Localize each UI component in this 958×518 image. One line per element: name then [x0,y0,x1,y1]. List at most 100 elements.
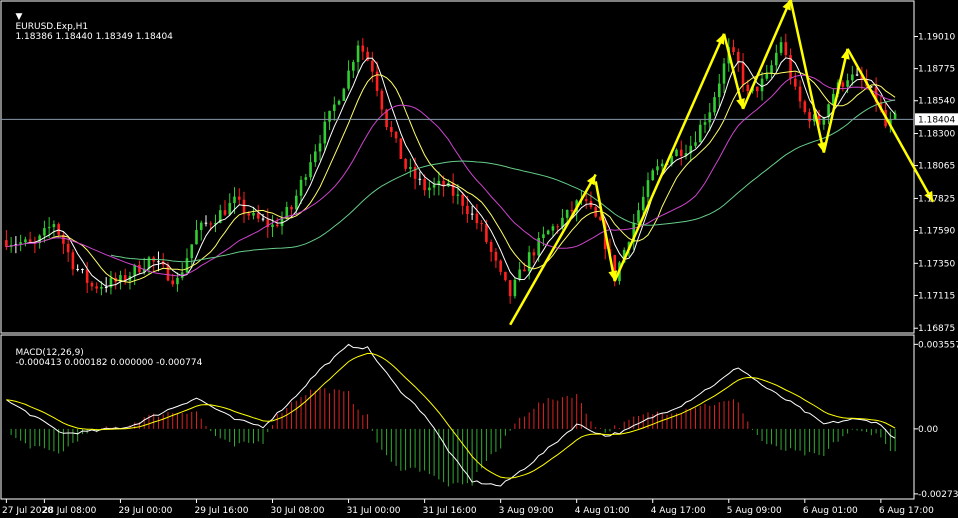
candle-body [85,269,89,283]
candle-body [432,184,436,188]
candle-body [252,212,255,216]
candle-body [228,203,232,215]
candle-body [347,70,350,89]
candle-body [732,47,735,52]
candle-body [361,45,365,52]
candle-body [803,101,807,113]
time-tick-label: 4 Aug 01:00 [575,506,630,516]
candle-body [851,74,854,81]
candle-body [95,286,98,289]
candle-body [423,178,426,191]
ma-mid-line [44,70,896,283]
candle-body [775,52,778,66]
time-tick-label: 28 Jul 08:00 [42,506,96,516]
candle-body [133,264,136,277]
candle-body [841,82,845,87]
time-tick-label: 3 Aug 09:00 [499,506,554,516]
price-panel-frame [0,0,915,334]
current-price-label: 1.18404 [918,115,955,125]
time-tick-label: 29 Jul 16:00 [194,506,248,516]
candle-body [456,194,460,196]
candle-body [309,162,312,178]
candle-body [546,230,550,235]
candle-body [475,213,479,224]
candle-body [542,234,545,238]
candle-body [760,78,764,92]
candle-body [199,222,203,231]
candle-body [409,167,412,169]
candle-body [380,90,384,110]
time-tick-label: 29 Jul 00:00 [118,506,172,516]
candle-body [708,112,712,123]
candle-body [157,261,160,263]
candle-body [304,177,308,180]
candle-body [190,244,194,259]
candle-body [185,258,189,273]
candle-body [176,277,179,285]
candle-body [703,122,707,125]
candle-body [513,279,517,297]
candle-body [523,269,526,272]
price-tick-label: 1.19010 [918,33,955,43]
candle-body [784,42,788,56]
chart-canvas[interactable]: 1.19010 1.18775 1.18540 1.18300 1.18065 1.178… [0,0,958,518]
candle-body [584,199,588,201]
candle-body [570,209,574,212]
candle-body [90,282,94,287]
trend-arrow [594,181,616,282]
time-tick-label: 6 Aug 17:00 [879,506,934,516]
candle-body [323,121,327,144]
price-tick-label: 1.18300 [918,130,955,140]
candle-body [66,243,70,253]
macd-tick-label: 0.00 [918,425,938,435]
candle-body [43,228,46,236]
candle-body [247,213,251,216]
candle-body [499,260,502,272]
candle-body [356,45,360,63]
candle-body [485,224,488,243]
price-tick-label: 1.17115 [918,291,955,301]
trend-arrow [741,0,792,110]
candle-body [5,240,8,247]
candle-body [195,230,198,245]
candle-body [660,163,664,167]
candle-body [399,138,403,159]
candle-body [333,104,336,111]
candle-body [299,179,303,196]
candle-body [256,212,260,219]
candle-body [171,280,175,285]
candle-body [765,73,769,79]
candle-body [390,127,393,132]
candle-body [275,224,279,227]
candle-body [371,60,374,72]
candle-body [209,223,213,225]
candle-body [713,97,716,113]
macd-line [6,343,896,487]
candle-body [798,86,802,102]
candle-body [746,84,750,91]
candle-body [47,227,51,229]
price-tick-label: 1.16875 [918,324,955,334]
candle-body [294,195,298,210]
candle-body [28,239,32,242]
candle-body [413,167,417,179]
candle-body [104,287,108,289]
candle-body [451,183,455,196]
ma-long-line [110,99,896,263]
macd-tick-label: 0.003557 [918,340,958,350]
candle-body [651,170,655,181]
candle-body [504,271,507,281]
price-tick-label: 1.17825 [918,194,955,204]
time-tick-label: 6 Aug 01:00 [803,506,858,516]
candle-body [470,213,474,215]
candle-body [261,218,265,220]
candle-body [76,269,79,271]
candle-body [352,62,355,71]
candle-body [532,252,536,256]
candle-body [138,264,141,273]
candle-body [717,83,721,98]
candle-body [722,63,726,84]
price-tick-label: 1.17590 [918,227,955,237]
candle-body [646,180,650,197]
candle-body [808,112,811,122]
